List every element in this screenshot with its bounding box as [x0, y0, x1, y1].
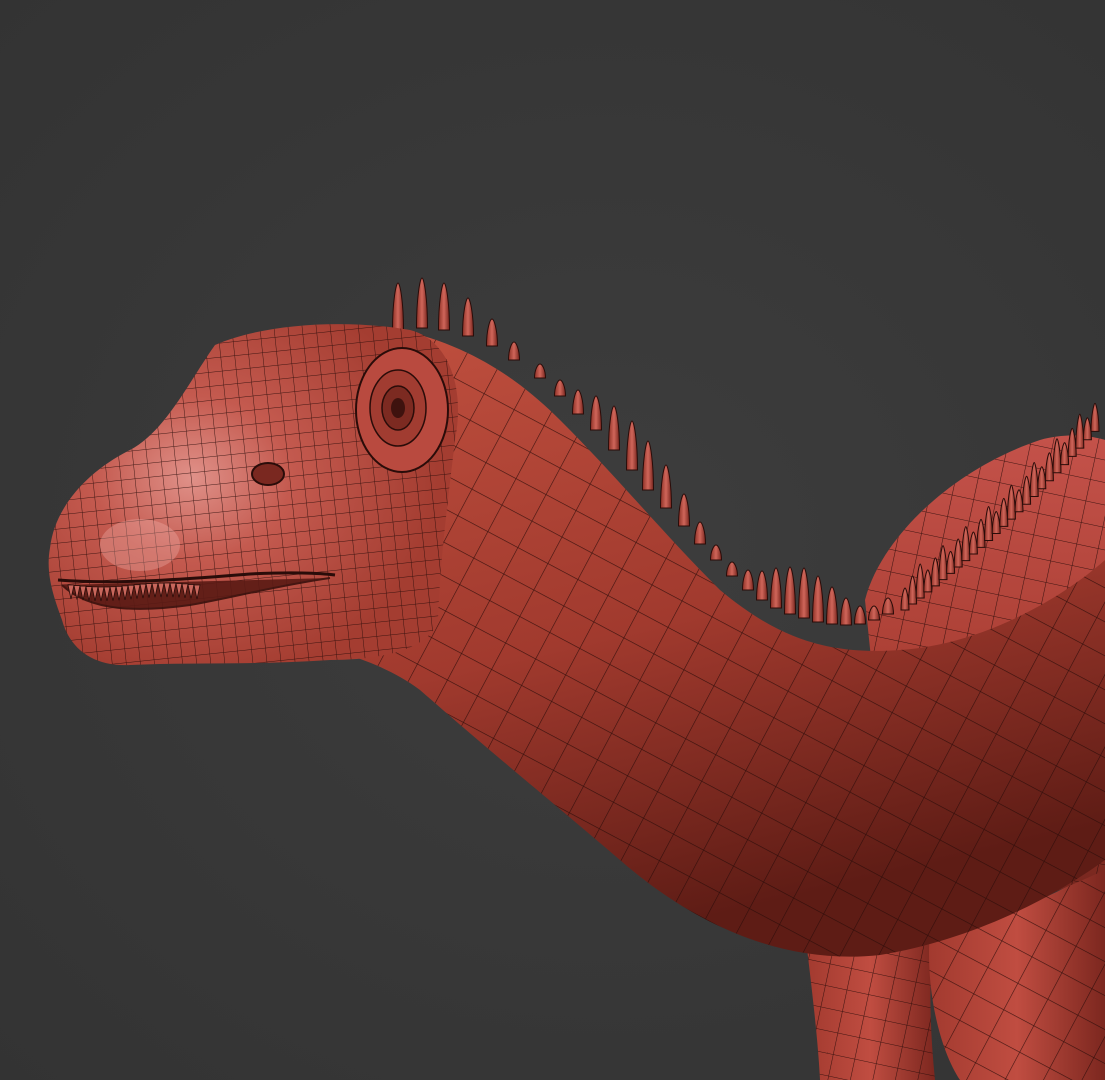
spike [1082, 417, 1092, 441]
spike [589, 395, 603, 431]
head [48, 324, 458, 666]
3d-viewport[interactable] [0, 0, 1105, 1080]
eye [355, 347, 449, 473]
spike [853, 605, 867, 625]
nostril [251, 462, 285, 486]
spike [437, 282, 451, 331]
spike [391, 282, 405, 331]
dinosaur-model [48, 277, 1105, 1080]
spike [797, 567, 811, 619]
spike [741, 569, 755, 591]
spike [415, 277, 429, 329]
spike [693, 521, 707, 545]
spike [659, 464, 673, 509]
spike [507, 341, 521, 361]
spike [571, 389, 585, 415]
spike [769, 567, 783, 609]
spike [811, 575, 825, 623]
spike [1075, 413, 1085, 449]
spike [461, 297, 475, 337]
spike [783, 566, 797, 615]
spike [485, 318, 499, 347]
spike [709, 544, 723, 561]
spike [625, 420, 639, 471]
spike [533, 363, 547, 379]
spike [755, 570, 769, 601]
spike [607, 405, 621, 451]
spike [1090, 402, 1100, 432]
spike [839, 597, 853, 626]
spike [725, 561, 739, 577]
spike [677, 493, 691, 527]
spike [825, 586, 839, 625]
spike [553, 379, 567, 397]
spike [1067, 427, 1077, 457]
spike [641, 440, 655, 491]
